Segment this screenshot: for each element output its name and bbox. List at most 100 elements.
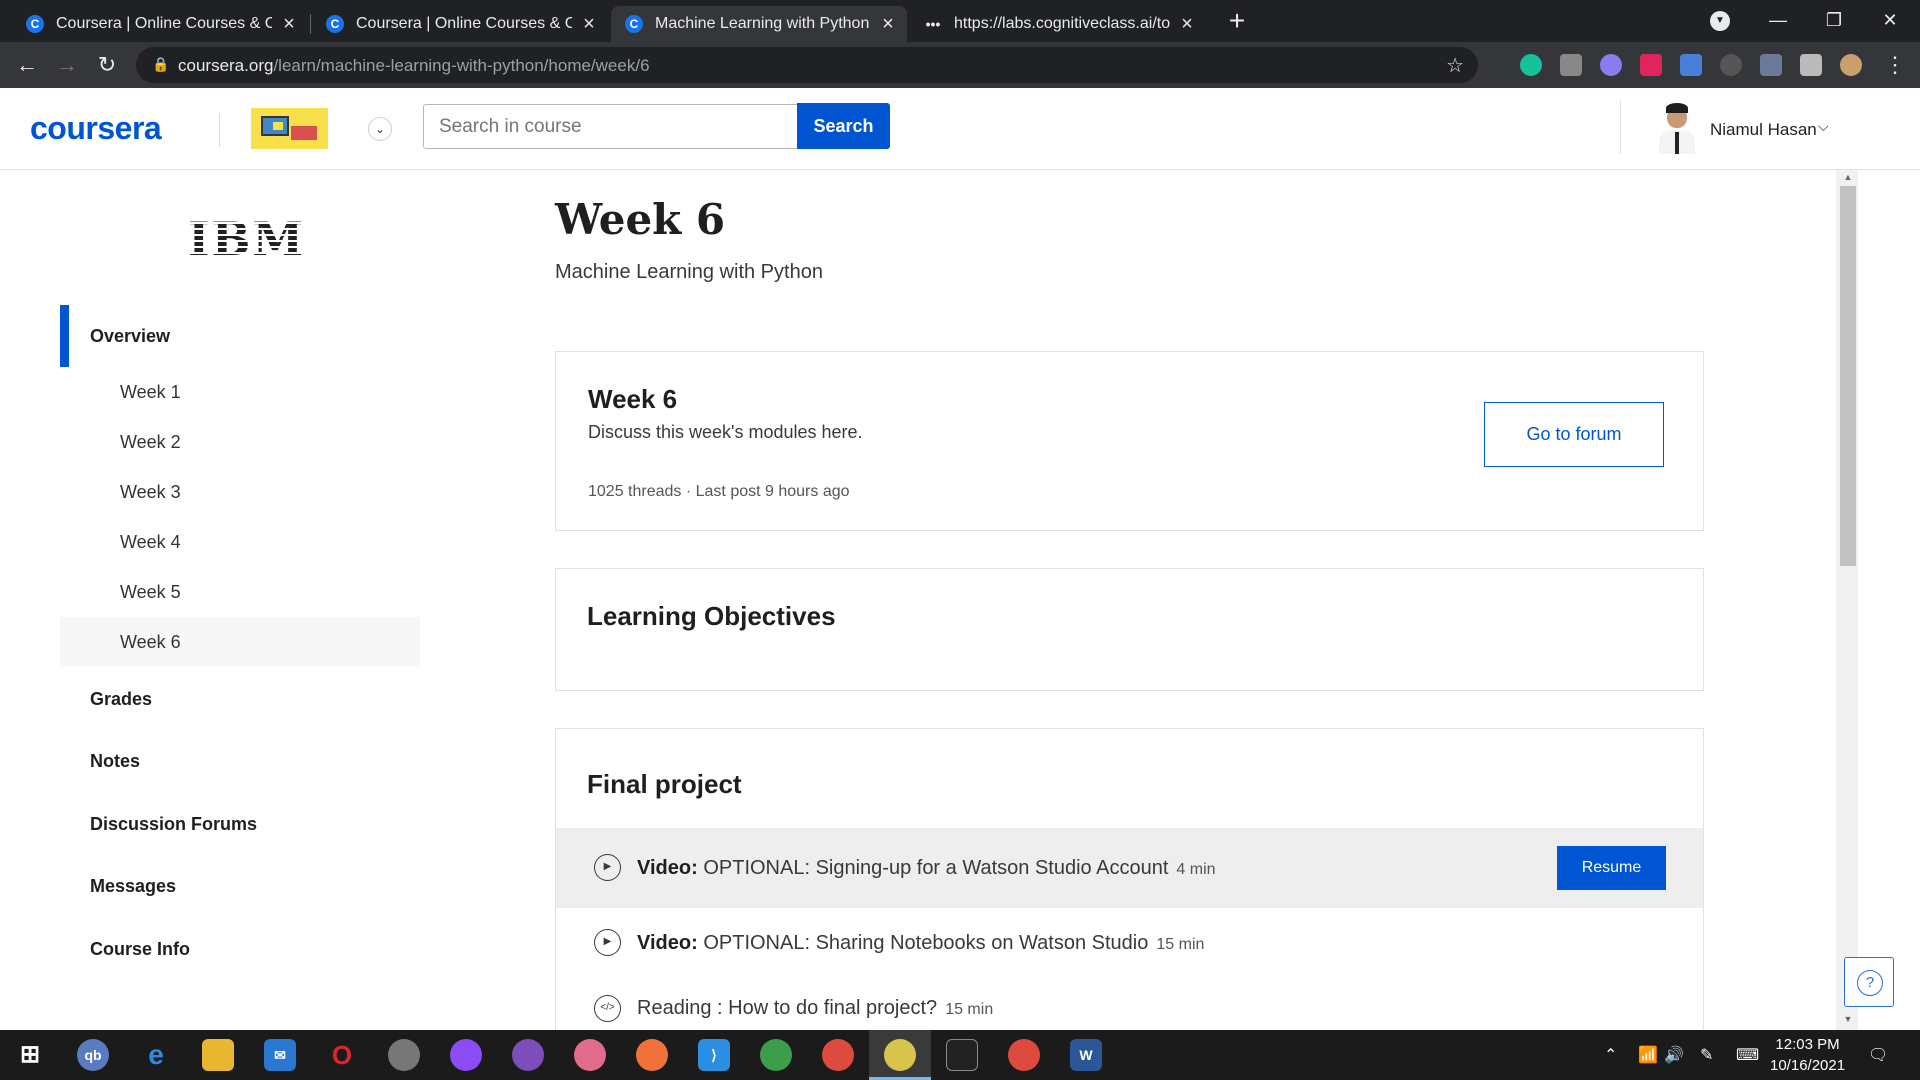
item-duration: 4 min bbox=[1176, 860, 1216, 878]
keyboard-icon[interactable]: ⌨ bbox=[1736, 1045, 1759, 1065]
forum-meta: 1025 threads · Last post 9 hours ago bbox=[588, 483, 850, 500]
page-title: Week 6 bbox=[555, 195, 726, 244]
download-extension-icon[interactable] bbox=[1680, 54, 1702, 76]
network-icon[interactable]: 📶 bbox=[1638, 1045, 1658, 1065]
chrome-icon[interactable] bbox=[884, 1039, 916, 1071]
sidebar-item-notes[interactable]: Notes bbox=[60, 736, 420, 786]
tab-search-icon[interactable]: ▼ bbox=[1710, 11, 1730, 31]
extension-badge-icon[interactable] bbox=[1640, 54, 1662, 76]
extension-icon[interactable] bbox=[1720, 54, 1742, 76]
grammarly-extension-icon[interactable] bbox=[1520, 54, 1542, 76]
sidebar-item-grades[interactable]: Grades bbox=[60, 674, 420, 724]
pen-extension-icon[interactable] bbox=[1760, 54, 1782, 76]
taskbar-clock[interactable]: 12:03 PM 10/16/2021 bbox=[1770, 1034, 1845, 1076]
close-window-icon[interactable]: ✕ bbox=[1862, 0, 1918, 42]
chrome-icon[interactable] bbox=[1008, 1039, 1040, 1071]
tab-title: Coursera | Online Courses & Cred bbox=[56, 15, 272, 32]
minimize-icon[interactable]: — bbox=[1750, 0, 1806, 42]
item-duration: 15 min bbox=[1156, 935, 1205, 953]
firefox-icon[interactable] bbox=[636, 1039, 668, 1071]
tab-divider bbox=[310, 14, 311, 34]
app-icon[interactable]: qb bbox=[77, 1039, 109, 1071]
chevron-down-icon[interactable]: ⌵ bbox=[1818, 118, 1829, 135]
browser-tab-1[interactable]: C Coursera | Online Courses & Cred × bbox=[12, 6, 308, 42]
camera-extension-icon[interactable] bbox=[1560, 54, 1582, 76]
file-explorer-icon[interactable] bbox=[202, 1039, 234, 1071]
terminal-icon[interactable] bbox=[946, 1039, 978, 1071]
chevron-down-icon[interactable]: ⌄ bbox=[368, 117, 392, 141]
list-item[interactable]: </> Reading : How to do final project? 15… bbox=[556, 978, 1703, 1030]
sidebar-item-week-1[interactable]: Week 1 bbox=[60, 367, 420, 417]
final-project-card: Final project ▶ Video: OPTIONAL: Signing… bbox=[555, 728, 1704, 1030]
sidebar-item-week-3[interactable]: Week 3 bbox=[60, 467, 420, 517]
learning-objectives-heading[interactable]: Learning Objectives bbox=[587, 601, 836, 632]
close-tab-icon[interactable]: × bbox=[280, 13, 298, 36]
sidebar-item-week-6[interactable]: Week 6 bbox=[60, 617, 420, 667]
opera-icon[interactable]: O bbox=[326, 1039, 358, 1071]
user-name[interactable]: Niamul Hasan bbox=[1710, 120, 1817, 140]
coursera-logo[interactable]: coursera bbox=[30, 110, 162, 147]
vscode-icon[interactable]: ⟩ bbox=[698, 1039, 730, 1071]
menu-kebab-icon[interactable]: ⋮ bbox=[1880, 50, 1910, 80]
play-icon: ▶ bbox=[594, 854, 621, 881]
bookmark-star-icon[interactable]: ☆ bbox=[1446, 53, 1464, 78]
word-icon[interactable]: W bbox=[1070, 1039, 1102, 1071]
browser-tab-2[interactable]: C Coursera | Online Courses & Cred × bbox=[312, 6, 608, 42]
header-divider bbox=[1620, 100, 1621, 154]
course-thumbnail[interactable] bbox=[251, 108, 328, 149]
sidebar-item-week-5[interactable]: Week 5 bbox=[60, 567, 420, 617]
extension-icon[interactable] bbox=[1600, 54, 1622, 76]
close-tab-icon[interactable]: × bbox=[1178, 13, 1196, 36]
notification-icon[interactable]: 🗨 bbox=[1868, 1045, 1888, 1065]
profile-avatar-icon[interactable] bbox=[1840, 54, 1862, 76]
app-icon[interactable] bbox=[574, 1039, 606, 1071]
edge-icon[interactable]: e bbox=[140, 1039, 172, 1071]
github-icon[interactable] bbox=[512, 1039, 544, 1071]
list-item[interactable]: ▶ Video: OPTIONAL: Sharing Notebooks on … bbox=[556, 908, 1703, 978]
scrollbar-thumb[interactable] bbox=[1840, 186, 1856, 566]
browser-tab-bar: C Coursera | Online Courses & Cred × C C… bbox=[0, 0, 1920, 42]
sidebar-item-discussion-forums[interactable]: Discussion Forums bbox=[60, 799, 420, 849]
new-tab-icon[interactable]: + bbox=[1222, 6, 1252, 36]
volume-icon[interactable]: 🔊 bbox=[1664, 1045, 1684, 1065]
pen-icon[interactable]: ✎ bbox=[1700, 1045, 1713, 1065]
close-tab-icon[interactable]: × bbox=[879, 13, 897, 36]
browser-tab-3-active[interactable]: C Machine Learning with Python - I × bbox=[611, 6, 907, 42]
puzzle-extensions-icon[interactable] bbox=[1800, 54, 1822, 76]
forum-card: Week 6 Discuss this week's modules here.… bbox=[555, 351, 1704, 531]
sidebar-item-week-2[interactable]: Week 2 bbox=[60, 417, 420, 467]
sidebar-item-week-4[interactable]: Week 4 bbox=[60, 517, 420, 567]
messenger-icon[interactable] bbox=[450, 1039, 482, 1071]
search-input[interactable] bbox=[423, 104, 798, 149]
forward-icon[interactable]: → bbox=[52, 50, 82, 80]
address-bar[interactable]: 🔒 coursera.org/learn/machine-learning-wi… bbox=[136, 47, 1478, 83]
reload-icon[interactable]: ↻ bbox=[92, 50, 122, 80]
restore-icon[interactable]: ❐ bbox=[1806, 0, 1862, 42]
scroll-down-icon[interactable]: ▼ bbox=[1840, 1014, 1856, 1024]
back-icon[interactable]: ← bbox=[12, 50, 42, 80]
sidebar-item-messages[interactable]: Messages bbox=[60, 861, 420, 911]
tray-chevron-icon[interactable]: ⌃ bbox=[1604, 1045, 1617, 1065]
list-item[interactable]: ▶ Video: OPTIONAL: Signing-up for a Wats… bbox=[556, 828, 1703, 908]
page-subtitle: Machine Learning with Python bbox=[555, 261, 823, 283]
site-header: coursera ⌄ Search Niamul Hasan ⌵ bbox=[0, 88, 1920, 170]
app-icon[interactable] bbox=[760, 1039, 792, 1071]
windows-start-icon[interactable]: ⊞ bbox=[14, 1039, 46, 1071]
resume-button[interactable]: Resume bbox=[1557, 846, 1666, 890]
go-to-forum-button[interactable]: Go to forum bbox=[1484, 402, 1664, 467]
avatar[interactable] bbox=[1657, 102, 1697, 154]
browser-tab-4[interactable]: ••• https://labs.cognitiveclass.ai/tool … bbox=[910, 6, 1206, 42]
mail-icon[interactable]: ✉ bbox=[264, 1039, 296, 1071]
header-divider bbox=[219, 113, 220, 147]
search-button[interactable]: Search bbox=[797, 103, 890, 149]
sidebar-item-course-info[interactable]: Course Info bbox=[60, 924, 420, 974]
scroll-up-icon[interactable]: ▲ bbox=[1840, 172, 1856, 182]
cognitiveclass-favicon-icon: ••• bbox=[925, 16, 941, 32]
forum-title: Week 6 bbox=[588, 384, 678, 414]
chrome-icon[interactable] bbox=[822, 1039, 854, 1071]
close-tab-icon[interactable]: × bbox=[580, 13, 598, 36]
ibm-logo: IBM bbox=[188, 212, 306, 266]
help-button[interactable]: ? bbox=[1844, 957, 1894, 1007]
sidebar-item-overview[interactable]: Overview bbox=[60, 305, 420, 367]
app-icon[interactable] bbox=[388, 1039, 420, 1071]
